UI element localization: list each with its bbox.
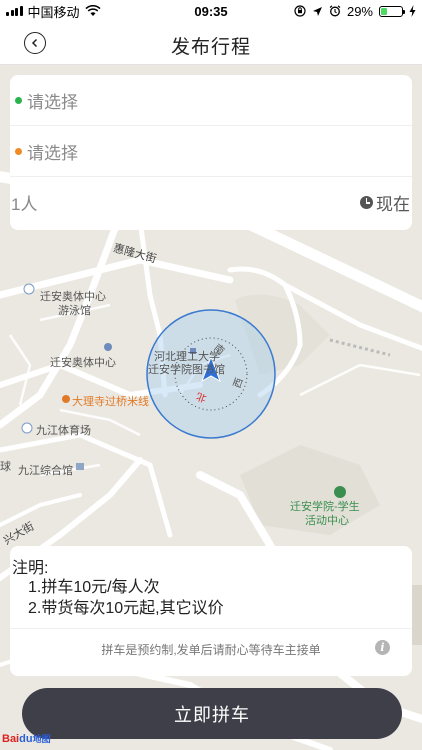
notes-line-2: 2.带货每次10元起,其它议价 (28, 600, 224, 617)
carrier-name: 中国移动 (27, 4, 80, 20)
battery-icon (379, 5, 405, 17)
map-label-road-qiu: 球 (0, 461, 11, 473)
map-label-library-2: 迁安学院图书馆 (148, 364, 225, 376)
alarm-icon (329, 5, 341, 17)
baidu-map-logo: Baidu地图 (2, 733, 51, 745)
battery-fill (381, 7, 387, 15)
orientation-lock-icon (294, 5, 306, 17)
signal-icon (6, 6, 23, 16)
people-time-row: 1人 现在 (10, 177, 412, 228)
location-services-icon (312, 6, 322, 16)
battery-percent: 29% (346, 3, 373, 19)
end-location-row[interactable]: 请选择 (10, 126, 412, 177)
map-label-jiujiang-stadium: 九江体育场 (36, 425, 91, 437)
map-label-olympic-swim-2: 游泳馆 (58, 305, 91, 317)
start-location-placeholder: 请选择 (27, 92, 78, 112)
status-bar: 中国移动 09:35 29% (0, 0, 422, 22)
end-location-placeholder: 请选择 (27, 143, 78, 163)
map-label-jiujiang-complex: 九江综合馆 (18, 465, 73, 477)
trip-form-card: 请选择 请选择 1人 现在 (10, 75, 412, 230)
submit-carpool-button[interactable]: 立即拼车 (22, 688, 402, 739)
time-value: 现在 (376, 195, 410, 214)
map-label-dali-temple: 大理寺过桥米线 (72, 396, 149, 408)
notes-divider (10, 628, 412, 629)
info-icon[interactable]: i (375, 640, 390, 655)
people-count[interactable]: 1人 (11, 190, 37, 215)
map-label-olympic-center: 迁安奥体中心 (50, 357, 116, 369)
map-label-student-center-2: 活动中心 (305, 515, 349, 527)
start-dot-icon (15, 96, 22, 104)
notes-card: 注明: 1.拼车10元/每人次 2.带货每次10元起,其它议价 拼车是预约制,发… (10, 546, 412, 676)
clock-icon (360, 196, 373, 209)
start-location-row[interactable]: 请选择 (10, 75, 412, 126)
notes-hint: 拼车是预约制,发单后请耐心等待车主接单 (101, 643, 321, 657)
time-selector[interactable]: 现在 (360, 190, 410, 215)
wifi-icon (84, 5, 101, 16)
end-dot-icon (15, 147, 22, 155)
nav-bar: 发布行程 (0, 22, 422, 65)
page-title: 发布行程 (170, 37, 251, 58)
charging-bolt-icon (409, 5, 416, 17)
